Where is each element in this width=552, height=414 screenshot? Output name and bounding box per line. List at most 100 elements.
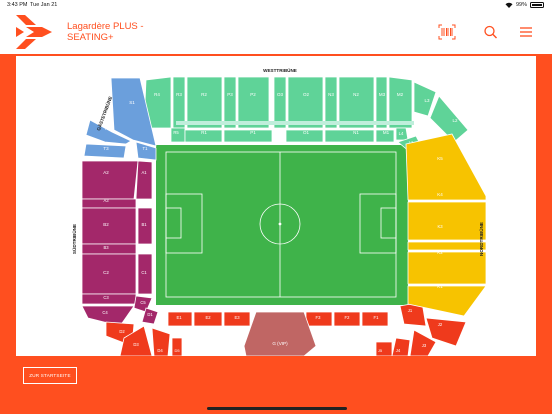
search-icon[interactable] [482,24,500,40]
block-label-p3: P3 [227,92,233,97]
block-p2[interactable] [237,76,270,129]
block-label-t3: T3 [103,146,109,151]
app-title: Lagardère PLUS - SEATING+ [67,21,144,43]
block-c2[interactable] [81,253,137,295]
block-c3[interactable] [81,293,137,305]
block-label-n2: N2 [353,92,359,97]
block-label-m1: M1 [383,130,390,135]
block-label-c4: C4 [102,310,108,315]
block-label-c5: C5 [140,300,146,305]
block-n3[interactable] [324,76,338,129]
block-k4[interactable] [407,201,487,241]
block-label-b3: B3 [103,245,109,250]
block-label-j4: J4 [396,348,401,353]
block-label-vip: G (VIP) [272,341,288,346]
block-label-a2: A2 [103,170,109,175]
block-label-r1: R1 [201,130,207,135]
block-m2[interactable] [388,76,413,129]
block-label-p2: P2 [250,92,256,97]
pitch-area [156,145,408,305]
lagardere-logo-icon [16,15,52,49]
block-n1[interactable] [324,129,375,143]
block-label-l2: L2 [452,118,458,123]
battery-icon [530,2,544,8]
back-to-home-button[interactable]: ZUR STARTSEITE [23,367,77,384]
status-time: 3:43 PM [7,2,28,8]
block-label-e1: E1 [176,315,182,320]
block-a3[interactable] [81,198,137,209]
block-label-d5: D5 [174,348,180,353]
block-label-f3: F3 [316,315,322,320]
wifi-icon [505,2,513,8]
block-label-n1: N1 [353,130,359,135]
block-label-k5: K5 [437,156,443,161]
block-label-l3: L3 [424,98,430,103]
west-walkway [176,121,414,125]
home-indicator [207,407,347,410]
block-label-c1: C1 [141,270,147,275]
block-label-d1: D1 [147,312,153,317]
block-vip[interactable] [243,311,317,356]
block-label-f1: F1 [374,315,380,320]
block-label-r2: R2 [201,92,207,97]
barcode-icon[interactable] [438,24,456,40]
stadium-svg[interactable]: R4 R3 R2 P3 P2 O3 O2 N3 N2 M3 M2 L3 L2 R5 R1 P1 O1 N1 M1 L4… [16,56,536,356]
block-k5[interactable] [405,133,487,201]
block-r2[interactable] [186,76,223,129]
block-label-l4: L4 [399,131,404,136]
block-label-j1: J1 [408,308,413,313]
block-label-n3: N3 [328,92,334,97]
block-label-a3: A3 [103,198,109,203]
block-m3[interactable] [375,76,388,129]
block-label-b1: B1 [141,222,147,227]
block-label-j3: J3 [422,343,427,348]
battery-percent: 99% [515,2,527,8]
status-bar: 3:43 PM Tue Jan 21 99% [0,0,552,10]
block-label-t2: T2 [104,126,110,131]
block-label-a1: A1 [141,170,147,175]
menu-icon[interactable] [517,24,535,40]
block-label-d4: D4 [157,348,163,353]
status-date: Tue Jan 21 [30,2,58,8]
block-label-m2: M2 [397,92,404,97]
block-label-o2: O2 [303,92,310,97]
app-header: Lagardère PLUS - SEATING+ [0,10,552,54]
block-label-k4: K4 [437,192,443,197]
block-label-o3: O3 [277,92,284,97]
block-label-p1: P1 [250,130,256,135]
block-k2[interactable] [407,251,487,285]
block-label-f2: F2 [345,315,351,320]
block-r3[interactable] [172,76,186,129]
block-d5[interactable] [171,337,183,356]
block-label-c3: C3 [103,295,109,300]
block-b3[interactable] [81,243,137,255]
block-k3[interactable] [407,241,487,251]
block-label-d2: D2 [119,329,125,334]
block-label-o1: O1 [303,130,310,135]
block-label-r3: R3 [176,92,182,97]
block-label-r4: R4 [154,92,160,97]
block-p3[interactable] [223,76,237,129]
block-b2[interactable] [81,207,137,245]
block-label-r5: R5 [173,130,179,135]
block-label-c2: C2 [103,270,109,275]
block-label-e2: E2 [205,315,211,320]
status-right: 99% [505,2,544,8]
block-label-k1: K1 [437,284,443,289]
block-label-m3: M3 [379,92,386,97]
label-west-stand: WESTTRIBÜNE [263,67,297,73]
block-n2[interactable] [338,76,375,129]
block-j4[interactable] [391,337,411,356]
block-o3[interactable] [273,76,287,129]
block-o2[interactable] [287,76,324,129]
block-a1[interactable] [135,160,153,200]
block-p1[interactable] [223,129,273,143]
stadium-map[interactable]: R4 R3 R2 P3 P2 O3 O2 N3 N2 M3 M2 L3 L2 R5 R1 P1 O1 N1 M1 L4… [16,56,536,356]
block-a2[interactable] [81,160,139,200]
block-label-d3: D3 [133,342,139,347]
block-label-b2: B2 [103,222,109,227]
label-south-stand: SÜDTRIBÜNE [71,224,77,254]
block-label-s1: S1 [129,100,135,105]
label-north-stand: NORDTRIBÜNE [478,222,484,256]
block-label-k3: K3 [437,224,443,229]
